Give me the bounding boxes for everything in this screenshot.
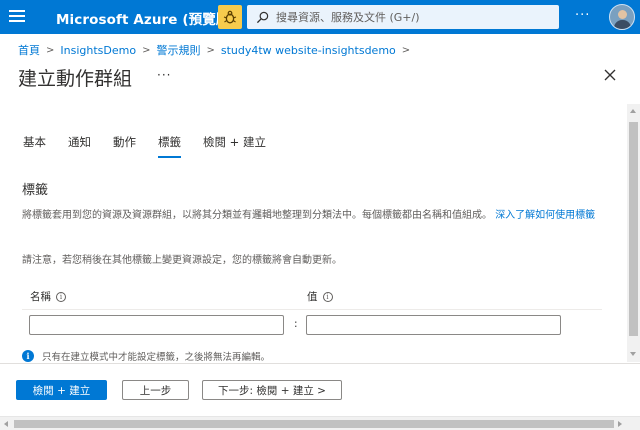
avatar[interactable] bbox=[609, 4, 635, 30]
more-options-icon[interactable]: ··· bbox=[575, 8, 590, 23]
chevron-right-icon: > bbox=[401, 44, 411, 56]
page-title: 建立動作群組 bbox=[18, 68, 133, 90]
info-icon[interactable]: i bbox=[322, 291, 333, 302]
horizontal-scrollbar[interactable] bbox=[0, 416, 640, 430]
chevron-right-icon: > bbox=[142, 44, 151, 56]
learn-more-link[interactable]: 深入了解如何使用標籤 bbox=[495, 210, 595, 221]
info-circle-icon: i bbox=[22, 350, 34, 362]
tag-name-input[interactable] bbox=[29, 315, 284, 335]
global-search[interactable] bbox=[247, 5, 559, 29]
divider bbox=[22, 309, 602, 310]
scroll-left-icon[interactable] bbox=[4, 421, 8, 427]
tab-actions[interactable]: 動作 bbox=[113, 134, 136, 156]
info-icon[interactable]: i bbox=[56, 291, 66, 302]
tags-note: 請注意，若您稍後在其他標籤上變更資源設定，您的標籤將會自動更新。 bbox=[22, 255, 342, 266]
name-column-header: 名稱 i bbox=[30, 289, 66, 304]
search-icon bbox=[256, 11, 269, 23]
tab-notifications[interactable]: 通知 bbox=[68, 134, 91, 156]
breadcrumb-alert-rule[interactable]: study4tw website-insightsdemo bbox=[221, 44, 396, 57]
scrollbar-thumb[interactable] bbox=[14, 420, 614, 428]
info-message-text: 只有在建立模式中才能設定標籤，之後將無法再編輯。 bbox=[42, 352, 271, 363]
chevron-right-icon: > bbox=[206, 44, 215, 56]
chevron-right-icon: > bbox=[46, 44, 55, 56]
name-label: 名稱 bbox=[30, 291, 51, 303]
menu-icon[interactable] bbox=[9, 10, 25, 23]
breadcrumb-insightsdemo[interactable]: InsightsDemo bbox=[60, 44, 136, 57]
bug-icon[interactable] bbox=[218, 5, 242, 29]
value-label: 值 bbox=[307, 291, 318, 303]
tab-review-create[interactable]: 檢閱 + 建立 bbox=[203, 134, 266, 156]
review-create-button[interactable]: 檢閱 + 建立 bbox=[16, 380, 107, 400]
description-text: 將標籤套用到您的資源及資源群組，以將其分類並有邏輯地整理到分類法中。每個標籤都由… bbox=[22, 210, 492, 221]
separator-colon: : bbox=[294, 318, 298, 330]
scrollbar-thumb[interactable] bbox=[629, 122, 638, 336]
title-more-icon[interactable]: ··· bbox=[157, 68, 171, 82]
next-button[interactable]: 下一步: 檢閱 + 建立 > bbox=[202, 380, 342, 400]
close-icon[interactable] bbox=[603, 67, 617, 81]
breadcrumb: 首頁 > InsightsDemo > 警示規則 > study4tw webs… bbox=[18, 42, 416, 58]
info-message: i 只有在建立模式中才能設定標籤，之後將無法再編輯。 bbox=[22, 349, 270, 363]
breadcrumb-home[interactable]: 首頁 bbox=[18, 42, 40, 58]
search-input[interactable] bbox=[276, 10, 556, 24]
previous-button[interactable]: 上一步 bbox=[122, 380, 189, 400]
tags-description: 將標籤套用到您的資源及資源群組，以將其分類並有邏輯地整理到分類法中。每個標籤都由… bbox=[22, 208, 602, 223]
scroll-down-icon[interactable] bbox=[630, 352, 636, 356]
tab-tags[interactable]: 標籤 bbox=[158, 134, 181, 158]
scroll-right-icon[interactable] bbox=[618, 421, 622, 427]
section-title: 標籤 bbox=[22, 183, 49, 198]
value-column-header: 值 i bbox=[307, 289, 333, 304]
tag-value-input[interactable] bbox=[306, 315, 561, 335]
tab-basics[interactable]: 基本 bbox=[23, 134, 46, 156]
footer-bar: 檢閱 + 建立 上一步 下一步: 檢閱 + 建立 > bbox=[0, 363, 640, 415]
portal-brand[interactable]: Microsoft Azure (預覽版) bbox=[56, 8, 236, 28]
vertical-scrollbar[interactable] bbox=[627, 104, 640, 362]
wizard-tabs: 基本 通知 動作 標籤 檢閱 + 建立 bbox=[23, 134, 288, 158]
breadcrumb-alert-rules[interactable]: 警示規則 bbox=[156, 42, 200, 58]
top-bar: Microsoft Azure (預覽版) ··· bbox=[0, 0, 640, 34]
scroll-up-icon[interactable] bbox=[630, 109, 636, 113]
